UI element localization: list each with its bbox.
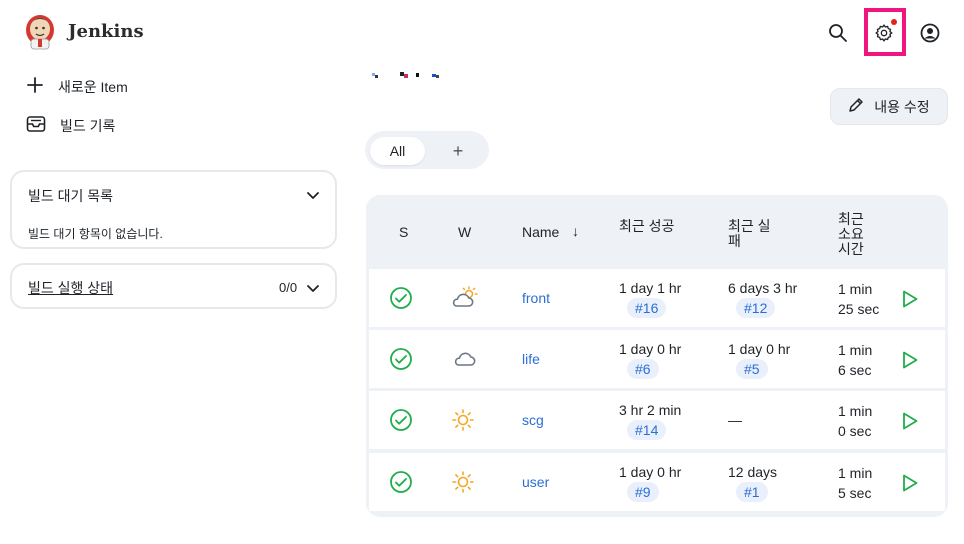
last-success-cell: 1 day 1 hr #16: [619, 278, 724, 318]
pencil-icon: [848, 97, 864, 116]
new-item-link[interactable]: 새로운 Item: [26, 76, 128, 97]
weather-sunny-icon[interactable]: [451, 470, 475, 499]
last-failure-cell: 12 days #1: [728, 462, 833, 502]
last-failure-cell: 6 days 3 hr #12: [728, 278, 833, 318]
last-success-cell: 1 day 0 hr #9: [619, 462, 724, 502]
tab-add-view[interactable]: +: [445, 137, 471, 165]
duration-seconds: 5 sec: [838, 485, 872, 501]
duration-seconds: 25 sec: [838, 301, 880, 317]
last-success-cell: 1 day 0 hr #6: [619, 339, 724, 379]
tab-all[interactable]: All: [370, 137, 425, 165]
last-success-time: 1 day 1 hr: [619, 280, 682, 296]
inbox-icon: [26, 115, 46, 136]
last-failure-cell: —: [728, 400, 833, 430]
job-link[interactable]: scg: [522, 412, 544, 428]
last-failure-build-link[interactable]: #1: [736, 482, 768, 502]
last-failure-time: 6 days 3 hr: [728, 280, 798, 296]
build-history-link[interactable]: 빌드 기록: [26, 115, 115, 136]
duration-seconds: 6 sec: [838, 362, 872, 378]
job-link[interactable]: user: [522, 474, 549, 490]
obscured-description: [372, 66, 442, 78]
build-now-play-icon[interactable]: [901, 473, 919, 498]
executors-panel: 빌드 실행 상태 0/0: [10, 263, 337, 309]
duration-minutes: 1 min: [838, 465, 873, 481]
build-queue-title: 빌드 대기 목록: [28, 188, 114, 204]
chevron-down-icon[interactable]: [306, 281, 320, 299]
weather-cloudy-icon[interactable]: [451, 347, 477, 376]
duration-seconds: 0 sec: [838, 423, 872, 439]
build-now-play-icon[interactable]: [901, 289, 919, 314]
executors-count: 0/0: [279, 280, 298, 295]
new-item-label: 새로운 Item: [58, 78, 128, 95]
edit-description-button[interactable]: 내용 수정: [830, 88, 948, 125]
last-failure-build-link[interactable]: #5: [736, 359, 768, 379]
edit-description-label: 내용 수정: [874, 98, 930, 115]
last-duration-cell: 1 min 5 sec: [838, 463, 898, 503]
header-last-failure[interactable]: 최근 실패: [728, 219, 782, 249]
duration-minutes: 1 min: [838, 342, 873, 358]
table-row: front 1 day 1 hr #16 6 days 3 hr #12 1 m…: [369, 269, 945, 327]
header-name[interactable]: Name: [522, 225, 559, 240]
sort-arrow-icon[interactable]: ↓: [572, 224, 579, 239]
job-link[interactable]: front: [522, 290, 550, 306]
build-history-label: 빌드 기록: [60, 117, 116, 134]
last-success-cell: 3 hr 2 min #14: [619, 400, 724, 440]
header-weather[interactable]: W: [458, 225, 471, 240]
build-queue-panel: 빌드 대기 목록 빌드 대기 항목이 없습니다.: [10, 170, 337, 249]
header-status[interactable]: S: [399, 225, 408, 240]
last-failure-time: 12 days: [728, 464, 778, 480]
last-success-time: 1 day 0 hr: [619, 464, 682, 480]
brand-name[interactable]: Jenkins: [68, 21, 144, 42]
weather-sunny-icon[interactable]: [451, 408, 475, 437]
table-row: user 1 day 0 hr #9 12 days #1 1 min 5 se…: [369, 453, 945, 511]
executors-title[interactable]: 빌드 실행 상태: [28, 278, 113, 298]
status-success-icon[interactable]: [389, 347, 413, 376]
plus-icon: [26, 76, 44, 97]
table-row: life 1 day 0 hr #6 1 day 0 hr #5 1 min 6…: [369, 330, 945, 388]
table-row: scg 3 hr 2 min #14 — 1 min 0 sec: [369, 391, 945, 449]
last-success-time: 1 day 0 hr: [619, 341, 682, 357]
last-success-build-link[interactable]: #14: [627, 420, 667, 440]
header-last-success[interactable]: 최근 성공: [619, 219, 675, 234]
chevron-down-icon[interactable]: [306, 188, 320, 206]
last-failure-time: 1 day 0 hr: [728, 341, 791, 357]
duration-minutes: 1 min: [838, 403, 873, 419]
job-link[interactable]: life: [522, 351, 540, 367]
build-now-play-icon[interactable]: [901, 411, 919, 436]
last-success-build-link[interactable]: #9: [627, 482, 659, 502]
jenkins-logo[interactable]: [24, 14, 56, 50]
search-icon[interactable]: [825, 20, 851, 46]
last-success-build-link[interactable]: #6: [627, 359, 659, 379]
header-last-duration[interactable]: 최근 소요 시간: [838, 212, 868, 257]
status-success-icon[interactable]: [389, 286, 413, 315]
last-failure-cell: 1 day 0 hr #5: [728, 339, 833, 379]
last-duration-cell: 1 min 0 sec: [838, 401, 898, 441]
duration-minutes: 1 min: [838, 281, 873, 297]
last-failure-build-link[interactable]: #12: [736, 298, 776, 318]
last-success-time: 3 hr 2 min: [619, 402, 682, 418]
notification-dot: [891, 19, 897, 25]
last-duration-cell: 1 min 25 sec: [838, 279, 898, 319]
status-success-icon[interactable]: [389, 408, 413, 437]
last-success-build-link[interactable]: #16: [627, 298, 667, 318]
user-icon[interactable]: [917, 20, 943, 46]
last-duration-cell: 1 min 6 sec: [838, 340, 898, 380]
build-now-play-icon[interactable]: [901, 350, 919, 375]
build-queue-empty: 빌드 대기 항목이 없습니다.: [28, 227, 163, 241]
last-failure-time: —: [728, 412, 742, 428]
status-success-icon[interactable]: [389, 470, 413, 499]
weather-partly-cloudy-icon[interactable]: [451, 286, 479, 315]
